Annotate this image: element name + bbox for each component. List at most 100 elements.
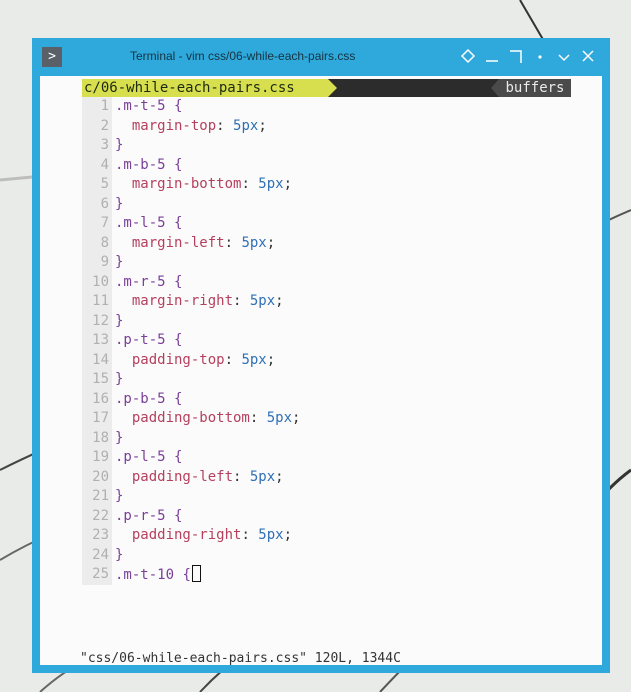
close-button[interactable]: [577, 46, 598, 66]
code-line[interactable]: 12}: [82, 311, 572, 332]
window-title: Terminal - vim css/06-while-each-pairs.c…: [130, 49, 356, 63]
line-number: 3: [82, 136, 112, 156]
code-line[interactable]: 8 margin-left: 5px;: [82, 233, 572, 253]
line-number: 19: [82, 448, 112, 468]
line-number: 22: [82, 506, 112, 526]
css-selector: .m-l-5: [115, 215, 166, 231]
shade-icon: [557, 54, 570, 62]
minimize-icon: [485, 60, 498, 62]
line-number: 13: [82, 331, 112, 351]
css-property: margin-top: [131, 117, 217, 134]
line-source: .p-l-5 {: [115, 448, 182, 468]
close-brace: }: [115, 546, 124, 563]
line-source: .p-b-5 {: [115, 390, 182, 410]
line-number: 18: [82, 428, 112, 448]
css-value: 5px: [241, 234, 267, 251]
css-selector: .m-t-5: [115, 98, 166, 114]
line-number: 5: [82, 175, 112, 195]
code-line[interactable]: 23 padding-right: 5px;: [82, 526, 572, 546]
line-source: margin-bottom: 5px;: [131, 176, 293, 192]
line-source: margin-top: 5px;: [131, 117, 267, 134]
code-area[interactable]: 1 .m-t-5 {2 margin-top: 5px; 3} 4 .m-b-5 {5 …: [82, 97, 572, 585]
line-number: 20: [82, 467, 112, 487]
css-selector: .p-t-5: [115, 332, 166, 348]
text-cursor: [191, 565, 201, 582]
buffers-label[interactable]: buffers: [499, 79, 571, 97]
css-value: 5px: [258, 527, 284, 543]
open-brace: {: [165, 449, 183, 465]
code-line[interactable]: 6}: [82, 194, 572, 215]
close-brace: }: [115, 254, 124, 270]
maximize-button[interactable]: [505, 46, 526, 66]
line-source: .m-t-5 {: [115, 97, 182, 117]
line-source: padding-bottom: 5px;: [131, 410, 301, 426]
code-line[interactable]: 20 padding-left: 5px;: [82, 467, 572, 487]
code-line[interactable]: 9}: [82, 253, 572, 273]
line-number: 4: [82, 155, 112, 175]
line-number: 24: [82, 545, 112, 565]
code-line[interactable]: 10 .m-r-5 {: [82, 272, 572, 292]
line-number: 16: [82, 389, 112, 409]
open-brace: {: [165, 332, 183, 348]
css-property: margin-left: [131, 234, 225, 251]
line-source: padding-top: 5px;: [131, 351, 276, 368]
code-line[interactable]: 18}: [82, 428, 572, 449]
minimize-button[interactable]: [481, 46, 502, 66]
css-property: padding-top: [131, 351, 225, 368]
code-line[interactable]: 16 .p-b-5 {: [82, 389, 572, 410]
css-selector: .m-b-5: [115, 156, 166, 173]
line-source: }: [115, 195, 123, 215]
line-number: 12: [82, 311, 112, 331]
open-brace: {: [165, 273, 183, 290]
close-icon: [581, 50, 594, 62]
code-line[interactable]: 22 .p-r-5 {: [82, 506, 572, 526]
tab-current-file[interactable]: c/06-while-each-pairs.css: [82, 79, 328, 97]
line-number: 21: [82, 487, 112, 507]
sticky-button[interactable]: [457, 46, 478, 66]
terminal-window: > Terminal - vim css/06-while-each-pairs…: [32, 38, 610, 673]
line-source: }: [115, 429, 123, 449]
window-controls: [457, 46, 598, 66]
line-source: .m-l-5 {: [115, 214, 182, 234]
css-selector: .p-b-5: [115, 390, 166, 407]
code-line[interactable]: 15}: [82, 370, 572, 390]
code-line[interactable]: 14 padding-top: 5px;: [82, 350, 572, 370]
code-line[interactable]: 1 .m-t-5 {: [82, 97, 572, 117]
code-line[interactable]: 11 margin-right: 5px;: [82, 292, 572, 312]
css-selector: .m-t-10: [115, 567, 175, 583]
code-line[interactable]: 19 .p-l-5 {: [82, 448, 572, 468]
title-bar[interactable]: > Terminal - vim css/06-while-each-pairs…: [40, 38, 602, 76]
css-value: 5px: [241, 351, 267, 368]
code-line[interactable]: 7 .m-l-5 {: [82, 214, 572, 234]
vim-status-message: "css/06-while-each-pairs.css" 120L, 1344…: [80, 651, 401, 666]
code-line[interactable]: 3}: [82, 136, 572, 156]
line-source: .m-b-5 {: [115, 156, 182, 176]
css-value: 5px: [249, 293, 276, 309]
code-line[interactable]: 13 .p-t-5 {: [82, 331, 572, 351]
code-line[interactable]: 21}: [82, 487, 572, 507]
menu-button[interactable]: [529, 46, 550, 66]
code-line[interactable]: 17 padding-bottom: 5px;: [82, 409, 572, 429]
open-brace: {: [165, 156, 183, 173]
code-line[interactable]: 25 .m-t-10 {: [82, 565, 572, 585]
css-property: padding-right: [131, 527, 242, 543]
code-line[interactable]: 24}: [82, 545, 572, 565]
shade-button[interactable]: [553, 46, 574, 66]
sticky-icon: [460, 48, 475, 64]
code-line[interactable]: 5 margin-bottom: 5px;: [82, 175, 572, 195]
css-selector: .p-l-5: [115, 449, 166, 465]
terminal-app-icon[interactable]: >: [42, 47, 62, 67]
line-source: }: [115, 487, 123, 507]
line-number: 9: [82, 253, 112, 273]
open-brace: {: [165, 98, 183, 114]
line-source: }: [115, 312, 123, 332]
code-line[interactable]: 2 margin-top: 5px;: [82, 116, 572, 136]
css-property: margin-bottom: [131, 176, 242, 192]
terminal-content[interactable]: c/06-while-each-pairs.css buffers 1 .m-t-…: [40, 76, 602, 666]
code-line[interactable]: 4 .m-b-5 {: [82, 155, 572, 176]
css-selector: .m-r-5: [115, 273, 166, 290]
maximize-icon: [509, 50, 522, 63]
line-number: 2: [82, 116, 112, 136]
css-value: 5px: [249, 468, 276, 485]
css-value: 5px: [233, 117, 259, 134]
